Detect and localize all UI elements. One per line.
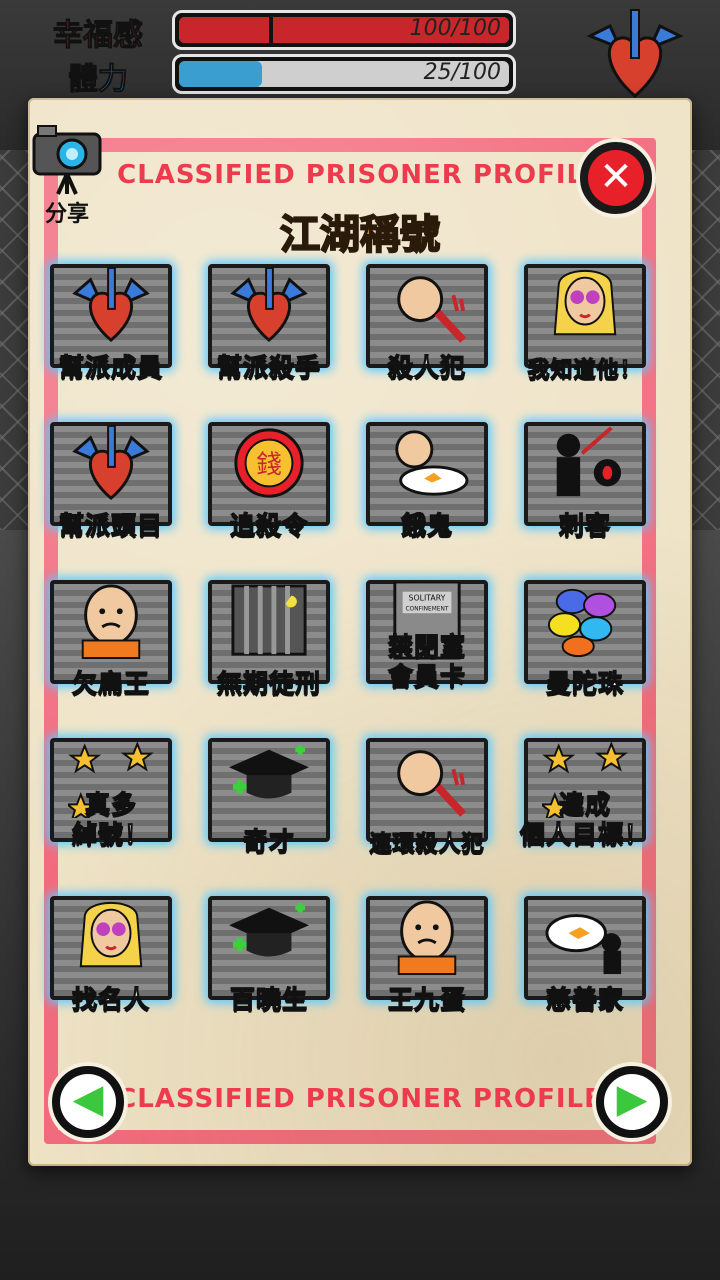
tile-label: 欠扁王 <box>71 668 150 698</box>
stat-stamina-value: 25/100 <box>423 60 501 85</box>
close-button[interactable]: ✕ <box>576 138 656 218</box>
title-tile[interactable]: 無期徒刑 <box>206 578 332 704</box>
title-tile[interactable]: 慈善家 <box>522 894 648 1020</box>
stat-happiness: 幸福感 100/100 <box>20 10 520 54</box>
tile-label: 幫派頭目 <box>58 510 163 540</box>
next-page-button[interactable]: ▶ <box>592 1062 672 1142</box>
candy-icon <box>547 588 617 658</box>
tile-label: 王九蛋 <box>387 984 466 1014</box>
title-tile[interactable]: 找名人 <box>48 894 174 1020</box>
tile-label: 幫派殺手 <box>216 352 321 382</box>
plate-give-icon <box>545 914 622 975</box>
title-tile[interactable]: 錢追殺令 <box>206 420 332 546</box>
tile-label: 真多 綽號！ <box>71 789 150 849</box>
title-tile[interactable]: 幫派頭目 <box>48 420 174 546</box>
tile-label: 我知道他！ <box>527 357 643 383</box>
svg-text:錢: 錢 <box>256 449 281 479</box>
title-tile[interactable]: 百曉生 <box>206 894 332 1020</box>
camera-icon <box>32 125 102 195</box>
stat-stamina: 體力 25/100 <box>20 54 520 98</box>
title-tile[interactable]: 達成 個人目標！ <box>519 736 650 862</box>
tile-label: 奇才 <box>242 826 295 856</box>
fist-plate-icon <box>395 430 469 496</box>
stat-happiness-label: 幸福感 <box>53 18 144 54</box>
title-tile[interactable]: 殺人犯 <box>364 262 490 388</box>
title-tile[interactable]: 餓鬼 <box>364 420 490 546</box>
graduation-cap-icon <box>229 744 309 799</box>
assassin-icon <box>556 426 622 497</box>
money-medal-icon: 錢 <box>234 428 304 498</box>
winged-heart-icon <box>230 266 308 342</box>
tile-label: 慈善家 <box>545 984 624 1014</box>
title-tile[interactable]: 奇才 <box>206 736 332 862</box>
celebrity-icon <box>553 269 617 336</box>
title-tile[interactable]: 曼陀珠 <box>522 578 648 704</box>
stat-stamina-label: 體力 <box>68 62 129 98</box>
celebrity-icon <box>79 901 143 968</box>
bald-prisoner-icon <box>81 584 141 660</box>
tile-label: 百曉生 <box>229 984 308 1014</box>
winged-heart-icon <box>72 424 150 500</box>
title-tile[interactable]: 幫派成員 <box>48 262 174 388</box>
title-tile[interactable]: 連環殺人犯 <box>364 736 490 862</box>
tile-label: 連環殺人犯 <box>369 831 485 857</box>
tile-label: 達成 個人目標！ <box>519 789 650 849</box>
tile-label: 追殺令 <box>229 510 308 540</box>
title-tile[interactable]: 真多 綽號！ <box>48 736 174 862</box>
title-tile[interactable]: 王九蛋 <box>364 894 490 1020</box>
arrow-left-icon: ◀ <box>72 1076 104 1122</box>
arrow-right-icon: ▶ <box>616 1076 648 1122</box>
tile-label: 幫派成員 <box>58 352 163 382</box>
stat-stamina-bar: 25/100 <box>172 54 516 94</box>
title-tile[interactable]: 欠扁王 <box>48 578 174 704</box>
winged-heart-icon <box>72 266 150 342</box>
share-label: 分享 <box>44 202 89 227</box>
fist-knife-icon <box>397 750 466 817</box>
tile-label: 禁閉室 會員卡 <box>387 631 466 691</box>
prev-page-button[interactable]: ◀ <box>48 1062 128 1142</box>
graduation-cap-icon <box>229 902 309 957</box>
share-button[interactable]: 分享 <box>30 112 104 232</box>
tile-label: 找名人 <box>71 984 150 1014</box>
tile-label: 刺客 <box>558 510 611 540</box>
stat-happiness-value: 100/100 <box>409 16 501 41</box>
close-icon: ✕ <box>599 154 633 200</box>
title-tile[interactable]: 我知道他！ <box>522 262 648 388</box>
tile-label: 殺人犯 <box>387 352 466 382</box>
title-tile[interactable]: 刺客 <box>522 420 648 546</box>
svg-text:CONFINEMENT: CONFINEMENT <box>406 606 449 612</box>
tile-label: 曼陀珠 <box>545 668 624 698</box>
bald-prisoner-icon <box>397 900 457 976</box>
title-tile[interactable]: SOLITARY CONFINEMENT 禁閉室 會員卡 <box>364 578 490 704</box>
svg-text:SOLITARY: SOLITARY <box>409 594 446 603</box>
tile-label: 餓鬼 <box>400 510 453 540</box>
fist-knife-icon <box>397 276 466 343</box>
tile-label: 無期徒刑 <box>216 668 321 698</box>
stat-happiness-bar: 100/100 <box>172 10 516 50</box>
title-tile[interactable]: 幫派殺手 <box>206 262 332 388</box>
rank-badge-icon[interactable] <box>580 6 690 106</box>
jail-cell-icon <box>231 584 307 656</box>
